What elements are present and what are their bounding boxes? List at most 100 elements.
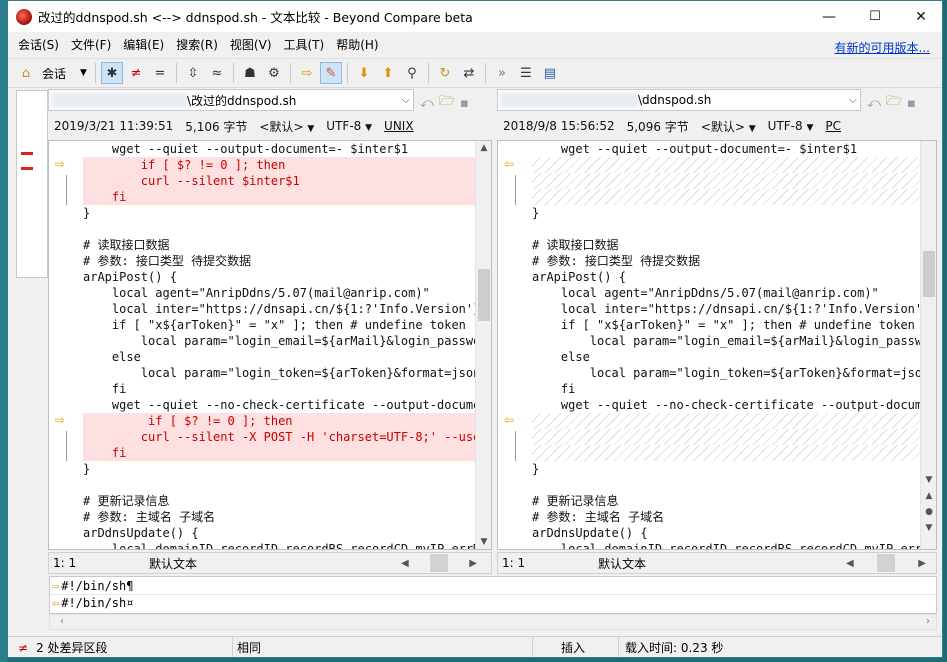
right-line-endings[interactable]: PC (825, 119, 841, 133)
chevron-down-icon[interactable]: ⌵ (849, 93, 857, 107)
code-line[interactable]: if [ "x${arToken}" = "x" ]; then # undef… (532, 317, 920, 333)
menu-tools[interactable]: 工具(T) (278, 33, 331, 57)
right-format-dropdown[interactable]: <默认> ▼ (701, 118, 756, 135)
code-line[interactable]: # 参数: 主域名 子域名 (532, 509, 920, 525)
menu-file[interactable]: 文件(F) (65, 33, 117, 57)
copy-left-arrow-icon[interactable]: ⇦ (504, 157, 514, 171)
scroll-up-icon[interactable]: ▲ (476, 143, 491, 153)
prev-diff-icon[interactable]: ⬆ (377, 62, 399, 84)
code-line[interactable]: local inter="https://dnsapi.cn/${1:?'Inf… (83, 301, 488, 317)
gap-line[interactable] (532, 189, 920, 205)
diff-line[interactable]: curl --silent $inter$1 (83, 173, 475, 189)
gap-line[interactable] (532, 173, 920, 189)
next-diff-icon[interactable]: ⬇ (353, 62, 375, 84)
back-icon[interactable]: ⤺ (867, 96, 881, 111)
gap-line[interactable] (532, 413, 920, 429)
left-horizontal-scrollbar[interactable]: ◀ ▶ (401, 554, 491, 572)
gap-line[interactable] (532, 429, 920, 445)
scroll-left-icon[interactable]: ◀ (401, 558, 409, 569)
right-vertical-scrollbar[interactable]: ▼ ▲ ● ▼ (920, 141, 936, 549)
scrollbar-thumb[interactable] (877, 554, 895, 572)
code-line[interactable] (532, 477, 920, 493)
code-line[interactable]: wget --quiet --no-check-certificate --ou… (532, 397, 936, 413)
code-line[interactable]: local param="login_token=${arToken}&form… (83, 365, 488, 381)
code-line[interactable]: } (83, 205, 475, 221)
code-line[interactable]: local param="login_email=${arMail}&login… (83, 333, 491, 349)
scrollbar-thumb[interactable] (478, 269, 490, 321)
minimize-button[interactable]: — (806, 1, 852, 32)
code-line[interactable]: arApiPost() { (532, 269, 920, 285)
scroll-left-icon[interactable]: ◀ (846, 558, 854, 569)
show-all-icon[interactable]: ✱ (100, 62, 123, 84)
line-details-pane[interactable]: ⇨ #!/bin/sh¶ ⇦ #!/bin/sh¤ (49, 576, 937, 614)
right-horizontal-scrollbar[interactable]: ◀ ▶ (846, 554, 936, 572)
copy-right-arrow-icon[interactable]: ⇨ (55, 413, 65, 427)
code-line[interactable]: if [ "x${arToken}" = "x" ]; then # undef… (83, 317, 475, 333)
left-encoding-dropdown[interactable]: UTF-8 ▼ (326, 119, 372, 133)
right-path-field[interactable]: \ddnspod.sh ⌵ (497, 89, 861, 111)
menu-session[interactable]: 会话(S) (8, 33, 65, 57)
code-line[interactable]: wget --quiet --output-document=- $inter$… (532, 141, 920, 157)
scroll-left-icon[interactable]: ‹ (60, 616, 64, 627)
code-line[interactable]: arDdnsUpdate() { (532, 525, 920, 541)
expand-icon[interactable]: » (491, 62, 513, 84)
gap-line[interactable] (532, 157, 920, 173)
scroll-down-icon[interactable]: ▼ (476, 537, 491, 547)
code-line[interactable]: local inter="https://dnsapi.cn/${1:?'Inf… (532, 301, 936, 317)
left-text-pane[interactable]: ⇨ ⇨ wget --quiet --output-document=- $in… (48, 140, 492, 550)
code-line[interactable]: } (83, 461, 475, 477)
session-dropdown[interactable]: 会话 ▼ (38, 62, 91, 84)
code-line[interactable]: local param="login_token=${arToken}&form… (532, 365, 936, 381)
swap-icon[interactable]: ⇄ (458, 62, 480, 84)
diff-line[interactable]: curl --silent -X POST -H 'charset=UTF-8;… (83, 429, 488, 445)
code-line[interactable]: fi (532, 381, 920, 397)
code-line[interactable]: fi (83, 381, 475, 397)
left-line-endings[interactable]: UNIX (384, 119, 414, 133)
code-line[interactable]: # 更新记录信息 (83, 493, 475, 509)
menu-search[interactable]: 搜索(R) (170, 33, 224, 57)
code-line[interactable] (532, 221, 920, 237)
diff-line[interactable]: fi (83, 445, 475, 461)
scrollbar-thumb[interactable] (923, 251, 935, 297)
left-vertical-scrollbar[interactable]: ▲ ▼ (475, 141, 491, 549)
menu-view[interactable]: 视图(V) (224, 33, 278, 57)
left-code[interactable]: wget --quiet --output-document=- $inter$… (83, 141, 491, 549)
update-available-link[interactable]: 有新的可用版本... (835, 39, 930, 56)
edit-icon[interactable]: ✎ (319, 62, 342, 84)
code-line[interactable]: local domainID recordID recordRS recordC… (532, 541, 936, 549)
folder-icon[interactable]: 🗁 (886, 92, 902, 114)
code-line[interactable]: local agent="AnripDdns/5.07(mail@anrip.c… (83, 285, 475, 301)
code-line[interactable]: wget --quiet --no-check-certificate --ou… (83, 397, 488, 413)
scroll-dot-icon[interactable]: ● (921, 507, 936, 517)
report-icon[interactable]: ▤ (539, 62, 561, 84)
copy-right-arrow-icon[interactable]: ⇨ (55, 157, 65, 171)
code-line[interactable]: # 参数: 主域名 子域名 (83, 509, 475, 525)
maximize-button[interactable]: ☐ (852, 1, 898, 32)
code-line[interactable]: arDdnsUpdate() { (83, 525, 475, 541)
close-button[interactable]: ✕ (898, 1, 942, 32)
code-line[interactable]: } (532, 461, 920, 477)
details-horizontal-scrollbar[interactable]: ‹ › (49, 614, 937, 630)
next-section-icon[interactable]: ⇨ (296, 62, 318, 84)
folder-icon[interactable]: 🗁 (439, 92, 455, 114)
find-icon[interactable]: ⚲ (401, 62, 423, 84)
copy-icon[interactable]: ☰ (515, 62, 537, 84)
scroll-right-icon[interactable]: ▶ (918, 558, 926, 569)
save-icon[interactable]: ▪ (907, 96, 916, 111)
save-icon[interactable]: ▪ (460, 96, 469, 111)
diff-line[interactable]: if [ $? != 0 ]; then (83, 157, 475, 173)
format-icon[interactable]: ⚙ (263, 62, 285, 84)
left-path-field[interactable]: \改过的ddnspod.sh ⌵ (48, 89, 414, 111)
rules-icon[interactable]: ☗ (239, 62, 261, 84)
scroll-down-icon[interactable]: ▼ (921, 523, 936, 533)
scroll-down-icon[interactable]: ▼ (921, 475, 936, 485)
menu-edit[interactable]: 编辑(E) (117, 33, 170, 57)
code-line[interactable]: # 读取接口数据 (83, 237, 475, 253)
code-line[interactable]: local param="login_email=${arMail}&login… (532, 333, 936, 349)
right-text-pane[interactable]: ⇦ ⇦ wget --quiet --output-document=- $in… (497, 140, 937, 550)
code-line[interactable]: else (83, 349, 475, 365)
code-line[interactable]: local agent="AnripDdns/5.07(mail@anrip.c… (532, 285, 920, 301)
diff-line[interactable]: fi (83, 189, 475, 205)
right-encoding-dropdown[interactable]: UTF-8 ▼ (768, 119, 814, 133)
gap-line[interactable] (532, 445, 920, 461)
